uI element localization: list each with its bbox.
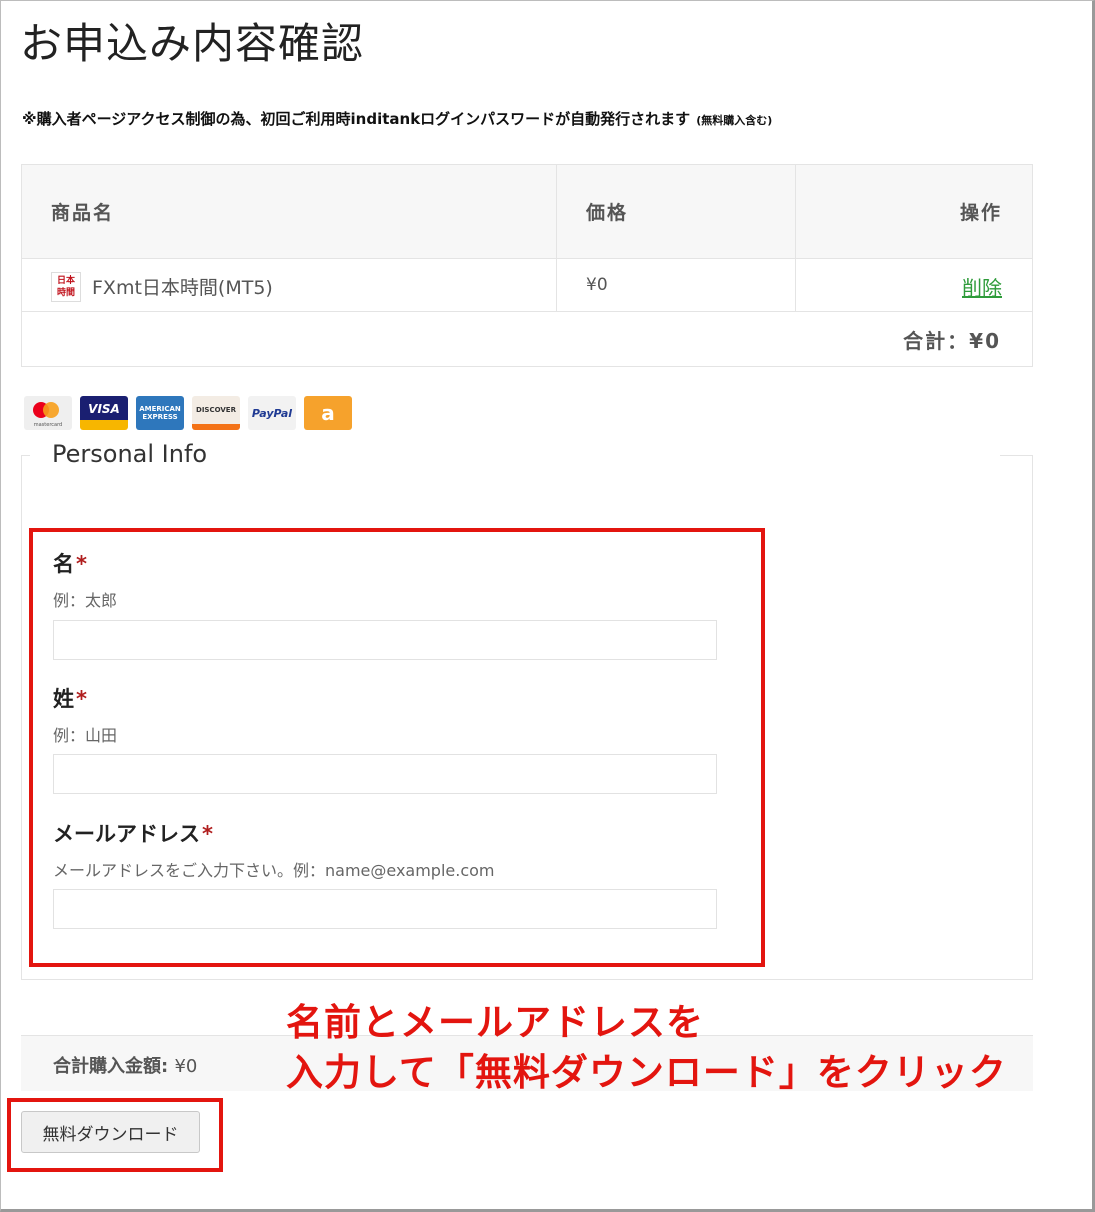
summary-value: ¥0 <box>174 1056 198 1077</box>
delete-item-link[interactable]: 削除 <box>962 272 1002 301</box>
paypal-icon: PayPal <box>248 396 296 430</box>
button-highlight-box <box>7 1098 223 1172</box>
page-title: お申込み内容確認 <box>20 19 365 68</box>
product-price: ¥0 <box>586 275 608 295</box>
visa-icon: VISA <box>80 396 128 430</box>
cart-table: 商品名 価格 操作 日本 時間 FXmt日本時間(MT5) ¥0 削除 合計：¥… <box>21 164 1033 367</box>
notice-text: ※購入者ページアクセス制御の為、初回ご利用時inditankログインパスワードが… <box>22 110 691 128</box>
cart-header-row <box>22 165 1032 259</box>
discover-icon: DISCOVER <box>192 396 240 430</box>
notice-small: (無料購入含む) <box>696 114 773 127</box>
annotation-line-2: 入力して「無料ダウンロード」をクリック <box>286 1051 1007 1094</box>
annotation-line-1: 名前とメールアドレスを <box>286 1001 704 1044</box>
amazon-pay-icon: a <box>304 396 352 430</box>
cart-total: 合計：¥0 <box>903 329 1001 353</box>
header-price: 価格 <box>586 202 629 224</box>
header-action: 操作 <box>959 202 1002 224</box>
column-divider <box>556 165 557 311</box>
instruction-annotation: 名前とメールアドレスを 入力して「無料ダウンロード」をクリック <box>286 998 1007 1098</box>
column-divider <box>795 165 796 311</box>
header-product-name: 商品名 <box>51 202 115 224</box>
summary-label: 合計購入金額: <box>53 1056 169 1077</box>
amex-icon: AMERICAN EXPRESS <box>136 396 184 430</box>
password-notice: ※購入者ページアクセス制御の為、初回ご利用時inditankログインパスワードが… <box>22 108 772 129</box>
row-divider <box>22 311 1032 312</box>
total-purchase-amount: 合計購入金額: ¥0 <box>53 1052 197 1078</box>
form-highlight-box <box>29 528 765 967</box>
personal-info-legend: Personal Info <box>42 440 218 468</box>
mastercard-icon: mastercard <box>24 396 72 430</box>
product-thumbnail-icon: 日本 時間 <box>51 272 81 302</box>
product-name: FXmt日本時間(MT5) <box>92 277 273 299</box>
mastercard-label: mastercard <box>33 422 63 428</box>
